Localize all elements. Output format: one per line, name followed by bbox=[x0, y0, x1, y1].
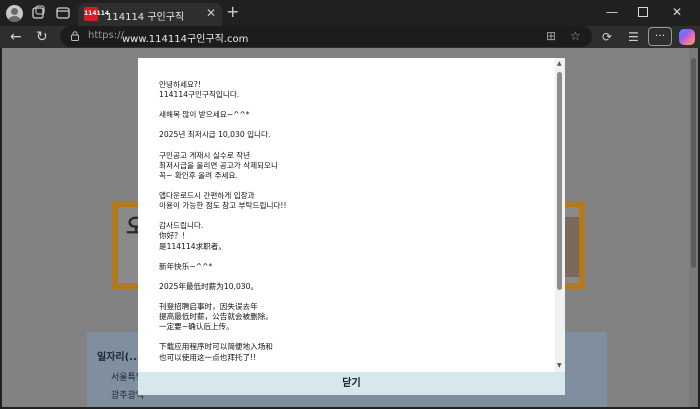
notice-line bbox=[159, 292, 549, 302]
site-favicon-icon: 114114 bbox=[84, 7, 109, 21]
notice-line: 新年快乐~^^* bbox=[159, 261, 213, 271]
notice-line bbox=[159, 141, 549, 151]
tab-close-icon[interactable]: ✕ bbox=[206, 6, 216, 20]
scroll-up-icon[interactable]: ▲ bbox=[557, 60, 562, 67]
page-scrollbar[interactable] bbox=[689, 48, 698, 407]
profile-avatar-icon[interactable] bbox=[6, 5, 23, 22]
notice-line: 一定要~确认后上传。 bbox=[159, 322, 234, 332]
url-host: www.114114구인구직.com bbox=[122, 34, 249, 45]
notice-line: 2025년 최저시급 10,030 입니다. bbox=[159, 130, 271, 140]
favorite-star-icon[interactable]: ☆ bbox=[570, 29, 581, 43]
jobs-region-title: 일자리(... bbox=[97, 352, 141, 363]
notice-line bbox=[159, 181, 549, 191]
browser-tab[interactable]: 114114 114114 구인구직 ✕ bbox=[78, 3, 222, 26]
notice-line bbox=[159, 100, 549, 110]
notice-line: 刊登招聘启事时，因失误去年 bbox=[159, 302, 258, 312]
maximize-icon[interactable] bbox=[638, 7, 648, 17]
workspaces-icon[interactable] bbox=[30, 5, 46, 21]
browser-toolbar: ← ↻ https:// www.114114구인구직.com ⊞ ☆ ⟳ ☰ … bbox=[0, 26, 700, 48]
tab-title: 114114 구인구직 bbox=[106, 12, 185, 23]
notice-line: 감사드립니다. bbox=[159, 221, 204, 231]
notice-modal-body: 안녕하세요?! 114114구인구직입니다. 새해복 많이 받으세요~^^* 2025… bbox=[138, 58, 565, 372]
notice-line: 是114114求职者。 bbox=[159, 241, 226, 251]
notice-line bbox=[159, 332, 549, 342]
notice-line: 최저시급을 올리면 공고가 삭제되오니 bbox=[159, 160, 279, 170]
tab-actions-icon[interactable] bbox=[55, 5, 71, 21]
notice-text: 안녕하세요?! 114114구인구직입니다. 새해복 많이 받으세요~^^* 2025… bbox=[159, 80, 549, 363]
notice-line: 새해복 많이 받으세요~^^* bbox=[159, 110, 250, 120]
back-icon[interactable]: ← bbox=[10, 28, 22, 46]
lock-icon[interactable] bbox=[71, 31, 79, 41]
scroll-down-icon[interactable]: ▼ bbox=[557, 362, 562, 369]
modal-scrollbar-thumb[interactable] bbox=[557, 72, 562, 290]
notice-line: 114114구인구직입니다. bbox=[159, 90, 240, 100]
copilot-icon[interactable] bbox=[679, 29, 695, 45]
notice-line: 구인공고 게재시 실수로 작년 bbox=[159, 150, 251, 160]
notice-line: 앱다운로드시 간편하게 입장과 bbox=[159, 191, 255, 201]
notice-line: 提高最低时薪，公告就会被删除。 bbox=[159, 312, 273, 322]
close-window-icon[interactable]: ✕ bbox=[672, 5, 682, 19]
notice-modal: 안녕하세요?! 114114구인구직입니다. 새해복 많이 받으세요~^^* 2025… bbox=[138, 58, 565, 395]
notice-line bbox=[159, 211, 549, 221]
page-scrollbar-thumb[interactable] bbox=[691, 58, 696, 268]
notice-line: 이용이 가능한 점도 참고 부탁드립니다!! bbox=[159, 201, 287, 211]
notice-line bbox=[159, 120, 549, 130]
refresh-icon[interactable]: ↻ bbox=[36, 28, 48, 46]
address-bar[interactable]: https:// www.114114구인구직.com ⊞ ☆ bbox=[60, 26, 592, 47]
tab-strip: 114114 114114 구인구직 ✕ + — ✕ bbox=[0, 0, 700, 26]
close-button[interactable]: 닫기 bbox=[138, 372, 565, 395]
url-protocol: https:// bbox=[88, 30, 124, 41]
banner-illustration bbox=[563, 217, 579, 277]
more-menu-button[interactable]: ··· bbox=[648, 27, 672, 46]
extensions-icon[interactable]: ⟳ bbox=[602, 30, 612, 44]
modal-scrollbar[interactable]: ▲ ▼ bbox=[555, 58, 565, 372]
notice-line: 你好？！ bbox=[159, 231, 190, 241]
notice-line: 下载应用程序时可以简便地入场和 bbox=[159, 342, 273, 352]
new-tab-icon[interactable]: + bbox=[226, 4, 239, 20]
favorites-list-icon[interactable]: ☰ bbox=[628, 30, 639, 44]
notice-line bbox=[159, 252, 549, 262]
notice-line: 꼭~ 확인후 올려 주세요. bbox=[159, 170, 238, 180]
notice-line: 2025年最低时薪为10,030。 bbox=[159, 281, 259, 291]
notice-line: 也可以使用这一点也拜托了!! bbox=[159, 352, 257, 362]
minimize-icon[interactable]: — bbox=[606, 5, 618, 19]
notice-line: 안녕하세요?! bbox=[159, 80, 202, 89]
notice-line bbox=[159, 272, 549, 282]
app-available-icon[interactable]: ⊞ bbox=[546, 29, 556, 43]
